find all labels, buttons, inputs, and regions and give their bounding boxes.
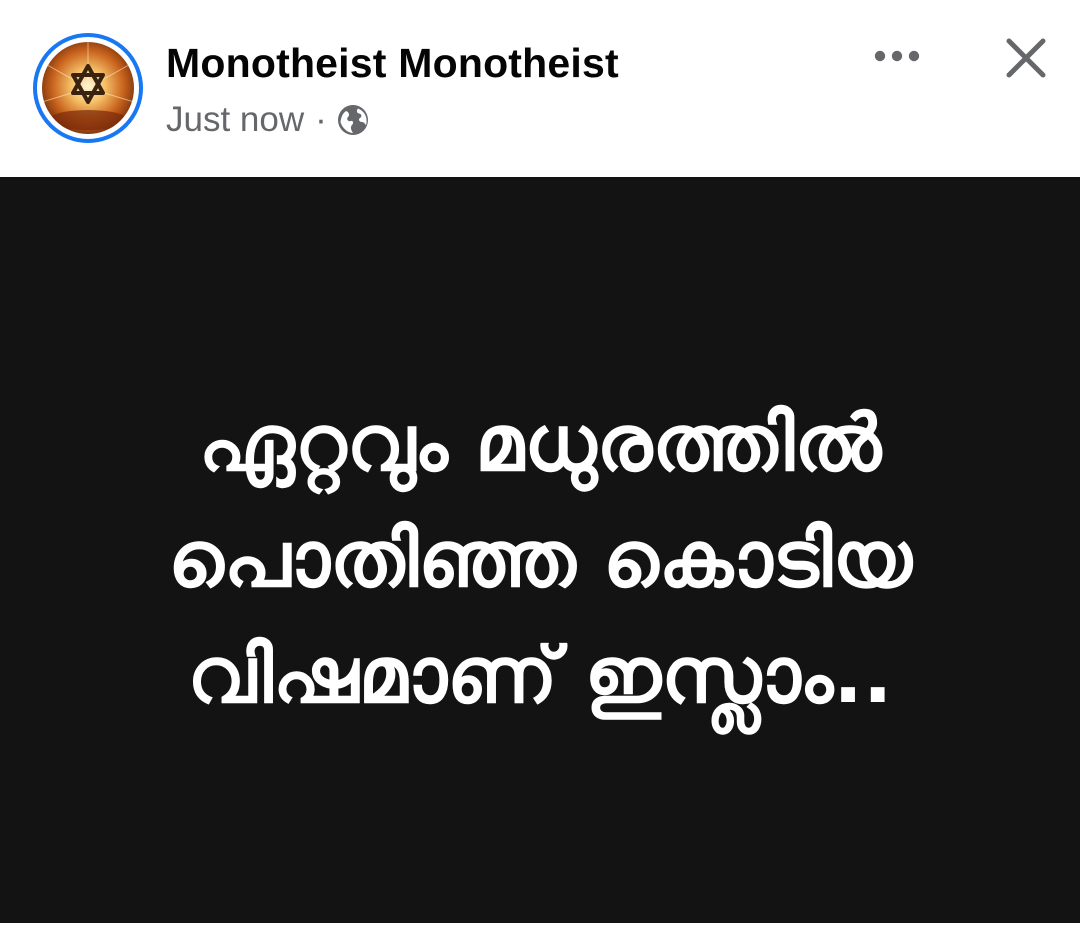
close-button[interactable] [998,30,1054,86]
more-options-button[interactable] [866,36,928,76]
author-name[interactable]: Monotheist Monotheist [166,40,619,87]
post-footer-divider [0,923,1080,928]
post-image[interactable]: ഏറ്റവും മധുരത്തിൽ പൊതിഞ്ഞ കൊടിയ വിഷമാണ് … [0,177,1080,923]
star-of-david-icon [42,42,134,134]
post-card: Monotheist Monotheist Just now · ഏറ്റവും… [0,0,1080,928]
post-text-line-1: ഏറ്റവും മധുരത്തിൽ [198,399,882,489]
globe-icon[interactable] [336,103,370,137]
post-image-text: ഏറ്റവും മധുരത്തിൽ പൊതിഞ്ഞ കൊടിയ വിഷമാണ് … [40,386,1040,734]
meta-separator: · [315,100,327,139]
post-text-line-2: പൊതിഞ്ഞ കൊടിയ [168,515,912,605]
close-icon [1006,38,1046,78]
more-options-icon [874,50,920,62]
post-timestamp[interactable]: Just now [166,100,304,140]
post-text-line-3: വിഷമാണ് ഇസ്ലാം.. [187,631,893,721]
post-meta: Just now · [166,98,370,142]
author-avatar[interactable] [33,33,143,143]
post-header: Monotheist Monotheist Just now · [0,0,1080,177]
